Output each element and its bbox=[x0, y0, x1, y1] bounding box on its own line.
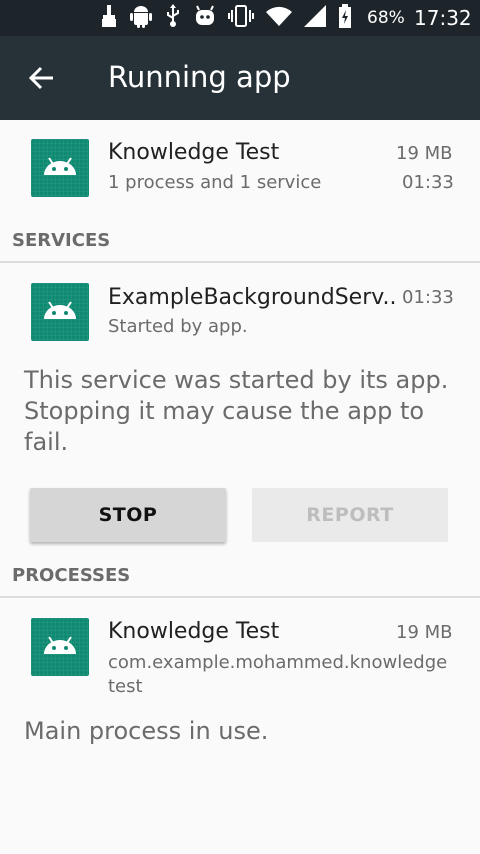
battery-percentage: 68% bbox=[367, 8, 405, 28]
divider bbox=[0, 261, 480, 263]
app-summary: 1 process and 1 service bbox=[108, 172, 322, 193]
process-description: Main process in use. bbox=[24, 717, 269, 745]
app-name: Knowledge Test bbox=[108, 140, 280, 165]
process-size: 19 MB bbox=[396, 622, 453, 643]
stop-button[interactable]: STOP bbox=[30, 488, 226, 542]
status-icons bbox=[100, 4, 352, 32]
services-header: SERVICES bbox=[12, 230, 111, 251]
process-name: Knowledge Test bbox=[108, 619, 280, 644]
process-package: com.example.mohammed.knowledgetest bbox=[108, 652, 448, 697]
service-subtitle: Started by app. bbox=[108, 316, 248, 337]
divider bbox=[0, 596, 480, 598]
page-title: Running app bbox=[108, 60, 291, 94]
clock: 17:32 bbox=[414, 6, 472, 30]
back-arrow-icon[interactable] bbox=[27, 63, 57, 93]
service-name: ExampleBackgroundServ.. bbox=[108, 285, 397, 310]
android-debug-icon bbox=[194, 5, 216, 31]
usb-icon bbox=[164, 4, 182, 32]
report-button: REPORT bbox=[252, 488, 448, 542]
android-process-icon bbox=[31, 618, 89, 676]
android-app-icon bbox=[31, 139, 89, 197]
android-icon bbox=[130, 4, 152, 32]
vibrate-icon bbox=[228, 5, 254, 31]
broom-icon bbox=[100, 5, 118, 31]
service-runtime: 01:33 bbox=[402, 287, 454, 308]
battery-icon bbox=[338, 4, 352, 32]
app-size: 19 MB bbox=[396, 143, 453, 164]
android-service-icon bbox=[31, 283, 89, 341]
wifi-icon bbox=[266, 6, 292, 30]
signal-icon bbox=[304, 5, 326, 31]
app-runtime: 01:33 bbox=[402, 172, 454, 193]
app-bar: Running app bbox=[0, 36, 480, 120]
processes-header: PROCESSES bbox=[12, 565, 131, 586]
status-bar: 68% 17:32 bbox=[0, 0, 480, 36]
service-description: This service was started by its app. Sto… bbox=[24, 366, 449, 456]
